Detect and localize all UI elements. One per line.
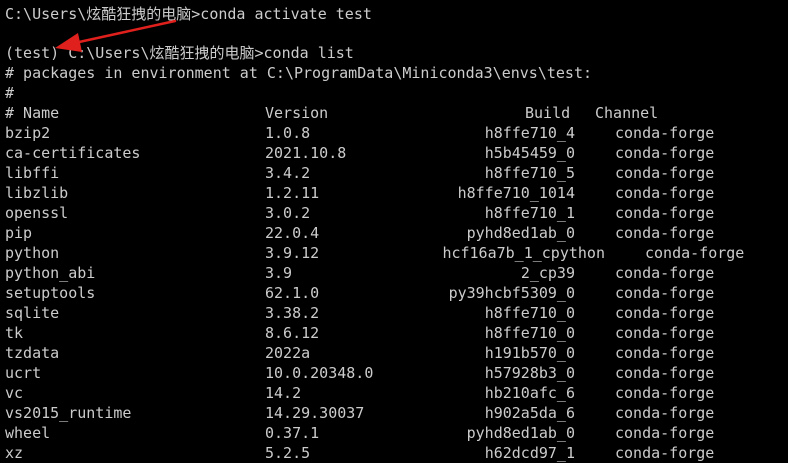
table-row: bzip2 1.0.8 h8ffe710_4 conda-forge bbox=[5, 123, 765, 143]
package-channel: conda-forge bbox=[615, 324, 715, 342]
header-version: Version bbox=[265, 104, 329, 122]
package-channel: conda-forge bbox=[615, 304, 715, 322]
package-channel: conda-forge bbox=[615, 204, 715, 222]
table-row: xz 5.2.5 h62dcd97_1 conda-forge bbox=[5, 443, 765, 463]
package-channel: conda-forge bbox=[615, 264, 715, 282]
table-row: openssl 3.0.2 h8ffe710_1 conda-forge bbox=[5, 203, 765, 223]
table-row: python_abi 3.9 2_cp39 conda-forge bbox=[5, 263, 765, 283]
package-build: h8ffe710_1 bbox=[484, 204, 575, 222]
package-build: h8ffe710_5 bbox=[484, 164, 575, 182]
table-header: # Name Version Build Channel bbox=[5, 103, 740, 123]
package-channel: conda-forge bbox=[615, 164, 715, 182]
table-row: ucrt 10.0.20348.0 h57928b3_0 conda-forge bbox=[5, 363, 765, 383]
package-channel: conda-forge bbox=[645, 244, 745, 262]
table-row: tk 8.6.12 h8ffe710_0 conda-forge bbox=[5, 323, 765, 343]
package-build: h62dcd97_1 bbox=[484, 444, 575, 462]
package-build: h902a5da_6 bbox=[484, 404, 575, 422]
header-name: # Name bbox=[5, 104, 60, 122]
package-build: h8ffe710_1014 bbox=[457, 184, 575, 202]
table-row: setuptools 62.1.0 py39hcbf5309_0 conda-forg… bbox=[5, 283, 765, 303]
list-command-line: (test) C:\Users\炫酷狂拽的电脑>conda list bbox=[5, 44, 354, 62]
package-channel: conda-forge bbox=[615, 364, 715, 382]
environment-path-comment: # packages in environment at C:\ProgramD… bbox=[5, 64, 592, 82]
table-row: wheel 0.37.1 pyhd8ed1ab_0 conda-forge bbox=[5, 423, 765, 443]
header-channel: Channel bbox=[595, 104, 659, 122]
package-build: 2_cp39 bbox=[520, 264, 575, 282]
table-row: sqlite 3.38.2 h8ffe710_0 conda-forge bbox=[5, 303, 765, 323]
table-row: pip 22.0.4 pyhd8ed1ab_0 conda-forge bbox=[5, 223, 765, 243]
package-channel: conda-forge bbox=[615, 144, 715, 162]
console-window[interactable]: C:\Users\炫酷狂拽的电脑>conda activate test (te… bbox=[0, 0, 788, 463]
package-channel: conda-forge bbox=[615, 124, 715, 142]
package-build: h8ffe710_0 bbox=[484, 304, 575, 322]
package-build: h191b570_0 bbox=[484, 344, 575, 362]
package-channel: conda-forge bbox=[615, 404, 715, 422]
package-build: pyhd8ed1ab_0 bbox=[466, 424, 575, 442]
package-channel: conda-forge bbox=[615, 284, 715, 302]
package-channel: conda-forge bbox=[615, 224, 715, 242]
header-build: Build bbox=[525, 104, 571, 122]
table-row: libffi 3.4.2 h8ffe710_5 conda-forge bbox=[5, 163, 765, 183]
table-row: vs2015_runtime 14.29.30037 h902a5da_6 conda… bbox=[5, 403, 765, 423]
activate-command-line: C:\Users\炫酷狂拽的电脑>conda activate test bbox=[5, 5, 372, 23]
package-channel: conda-forge bbox=[615, 344, 715, 362]
table-row: python 3.9.12 hcf16a7b_1_cpython conda-forg… bbox=[5, 243, 765, 263]
package-build: h57928b3_0 bbox=[484, 364, 575, 382]
package-channel: conda-forge bbox=[615, 444, 715, 462]
package-build: hcf16a7b_1_cpython bbox=[442, 244, 605, 262]
package-channel: conda-forge bbox=[615, 184, 715, 202]
package-build: h8ffe710_0 bbox=[484, 324, 575, 342]
table-row: libzlib 1.2.11 h8ffe710_1014 conda-forge bbox=[5, 183, 765, 203]
table-row: tzdata 2022a h191b570_0 conda-forge bbox=[5, 343, 765, 363]
package-channel: conda-forge bbox=[615, 384, 715, 402]
package-build: h8ffe710_4 bbox=[484, 124, 575, 142]
table-row: vc 14.2 hb210afc_6 conda-forge bbox=[5, 383, 765, 403]
package-build: pyhd8ed1ab_0 bbox=[466, 224, 575, 242]
package-build: hb210afc_6 bbox=[484, 384, 575, 402]
package-build: h5b45459_0 bbox=[484, 144, 575, 162]
package-channel: conda-forge bbox=[615, 424, 715, 442]
table-row: ca-certificates 2021.10.8 h5b45459_0 conda-… bbox=[5, 143, 765, 163]
package-build: py39hcbf5309_0 bbox=[448, 284, 575, 302]
comment-line: # bbox=[5, 84, 15, 102]
